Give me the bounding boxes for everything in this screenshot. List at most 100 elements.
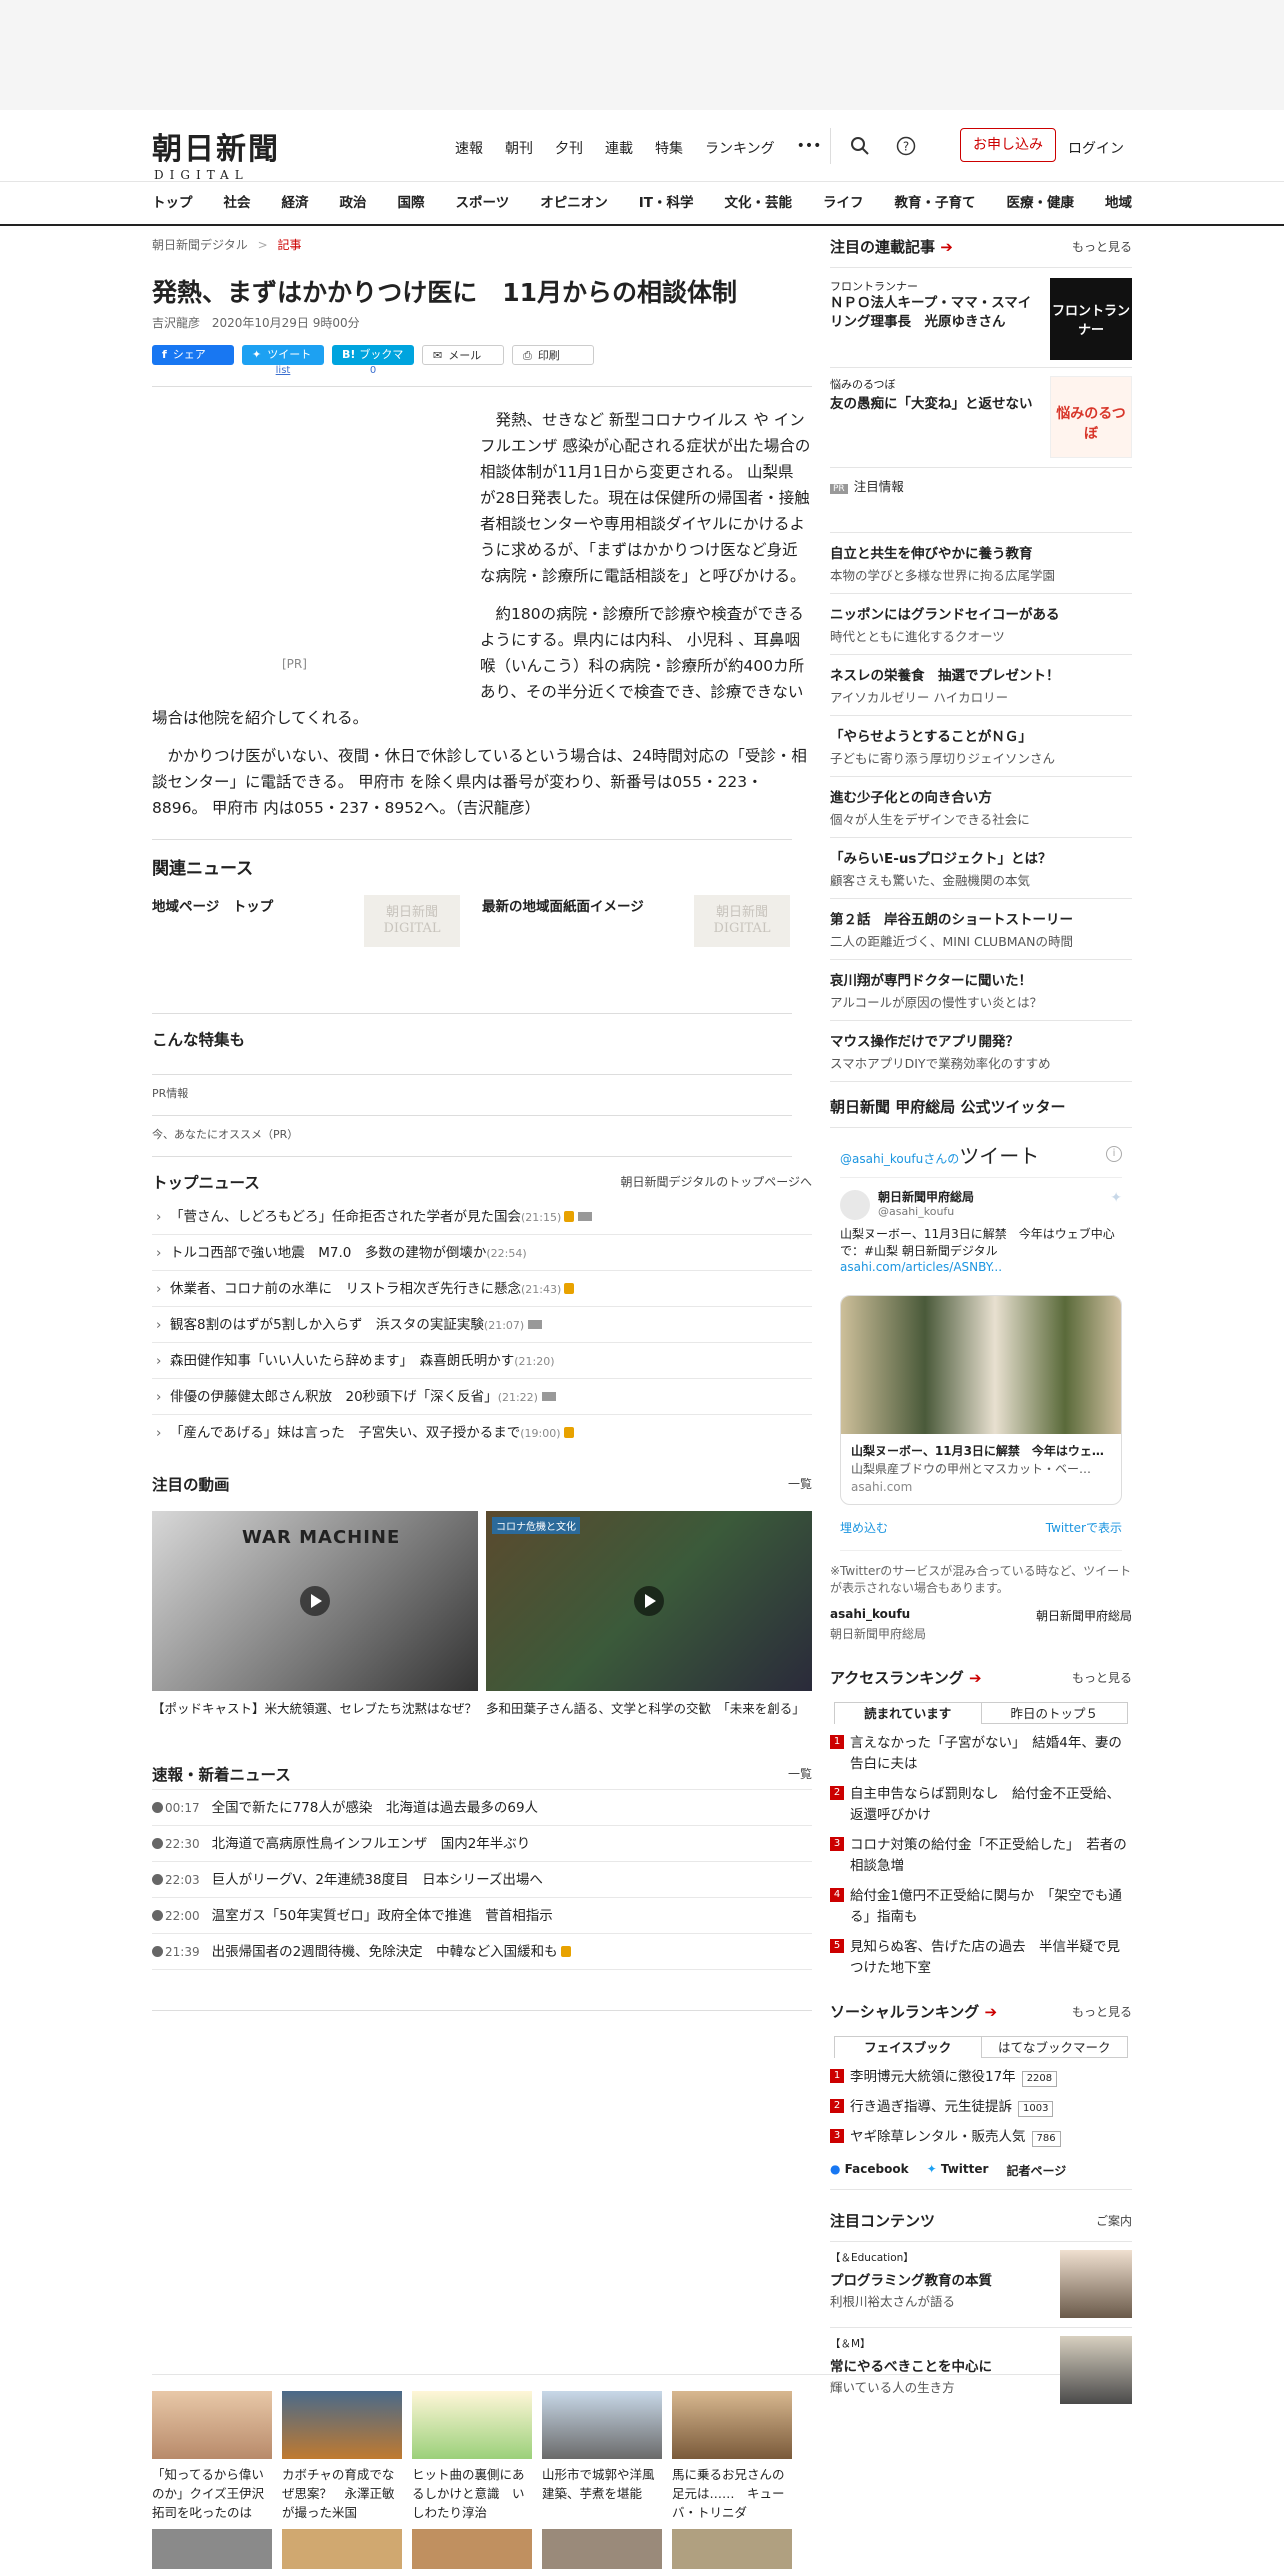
hatena-bookmark-button[interactable]: B! ブックマーク: [332, 344, 414, 381]
nav-sokuho[interactable]: 速報: [455, 138, 483, 158]
ranking-item[interactable]: 3 コロナ対策の給付金「不正受給した」 若者の相談急増: [830, 1830, 1132, 1881]
login-link[interactable]: ログイン: [1068, 138, 1124, 158]
site-logo[interactable]: 朝日新聞 DIGITAL: [152, 124, 280, 182]
top-news-item[interactable]: 「菅さん、しどろもどろ」任命拒否された学者が見た国会(21:15): [152, 1199, 812, 1235]
pr-item[interactable]: 「みらいE-usプロジェクト」とは？ 顧客さえも驚いた、金融機関の本気: [830, 838, 1132, 899]
social-item[interactable]: 2 行き過ぎ指導、元生徒提訴 1003: [830, 2092, 1132, 2122]
facebook-link[interactable]: ● Facebook: [830, 2162, 909, 2179]
latest-more-link[interactable]: 一覧: [788, 1765, 812, 1782]
play-icon[interactable]: [634, 1585, 664, 1616]
pr-item[interactable]: ニッポンにはグランドセイコーがある 時代とともに進化するクオーツ: [830, 594, 1132, 655]
serial-item-nayami[interactable]: 悩みのるつぼ 友の愚痴に「大変ね」と返せない 悩みのるつぼ: [830, 367, 1132, 467]
breadcrumb-current[interactable]: 記事: [277, 238, 301, 252]
info-icon[interactable]: i: [1106, 1146, 1122, 1162]
footer-image-alt[interactable]: 朝日新聞甲府総局: [1036, 1607, 1132, 1624]
twitter-link[interactable]: ✦ Twitter: [927, 2162, 989, 2179]
cat-sports[interactable]: スポーツ: [456, 182, 510, 224]
play-icon[interactable]: [300, 1585, 330, 1616]
cat-region[interactable]: 地域: [1105, 182, 1132, 224]
gallery-thumb[interactable]: [152, 2529, 272, 2569]
pr-item[interactable]: マウス操作だけでアプリ開発？ スマホアプリDIYで業務効率化のすすめ: [830, 1021, 1132, 1082]
gallery-item[interactable]: カボチャの育成でなぜ思案？ 永澤正敏が撮った米国: [282, 2391, 402, 2522]
access-more-link[interactable]: もっと見る: [1072, 1669, 1132, 1686]
cat-international[interactable]: 国際: [398, 182, 425, 224]
latest-news-item[interactable]: 22:30 北海道で高病原性鳥インフルエンザ 国内2年半ぶり: [152, 1826, 812, 1862]
gallery-thumb[interactable]: [282, 2529, 402, 2569]
serial-more-link[interactable]: もっと見る: [1072, 238, 1132, 255]
gallery-thumb[interactable]: [412, 2529, 532, 2569]
top-news-item[interactable]: 観客8割のはずが5割しか入らず 浜スタの実証実験(21:07): [152, 1307, 812, 1343]
gallery-item[interactable]: 馬に乗るお兄さんの足元は…… キューバ・トリニダ: [672, 2391, 792, 2522]
nav-yukan[interactable]: 夕刊: [555, 138, 583, 158]
content-item-m[interactable]: 【＆M】 常にやるべきことを中心に 輝いている人の生き方: [830, 2327, 1132, 2413]
cat-society[interactable]: 社会: [224, 182, 251, 224]
content-item-education[interactable]: 【＆Education】 プログラミング教育の本質 利根川裕太さんが語る: [830, 2241, 1132, 2327]
social-item[interactable]: 3 ヤギ除草レンタル・販売人気 786: [830, 2122, 1132, 2152]
mail-button[interactable]: ✉ メール: [422, 344, 504, 365]
nav-ranking[interactable]: ランキング: [705, 138, 775, 158]
tweet-button[interactable]: ✦ ツイート: [242, 344, 324, 365]
tab-facebook[interactable]: フェイスブック: [834, 2036, 982, 2058]
tweet-link[interactable]: asahi.com/articles/ASNBY...: [840, 1260, 1122, 1274]
gallery-thumb[interactable]: [672, 2529, 792, 2569]
tab-most-read[interactable]: 読まれています: [834, 1702, 982, 1724]
latest-news-item[interactable]: 21:39 出張帰国者の2週間待機、免除決定 中韓など入国緩和も: [152, 1934, 812, 1970]
reporter-page-link[interactable]: 記者ページ: [1006, 2162, 1066, 2179]
contents-more-link[interactable]: ご案内: [1096, 2212, 1132, 2229]
gallery-item[interactable]: 山形市で城郭や洋風建築、芋煮を堪能: [542, 2391, 662, 2503]
embed-link[interactable]: 埋め込む: [840, 1519, 888, 1536]
pr-item[interactable]: 第２話 岸谷五朗のショートストーリー 二人の距離近づく、MINI CLUBMANの…: [830, 899, 1132, 960]
cat-education[interactable]: 教育・子育て: [894, 182, 975, 224]
nav-more[interactable]: •••: [797, 138, 822, 158]
view-on-twitter-link[interactable]: Twitterで表示: [1046, 1519, 1122, 1536]
author-name[interactable]: 吉沢龍彦: [152, 316, 200, 330]
cat-economy[interactable]: 経済: [282, 182, 309, 224]
ranking-item[interactable]: 5 見知らぬ客、告げた店の過去 半信半疑で見つけた地下室: [830, 1932, 1132, 1983]
ranking-item[interactable]: 1 言えなかった「子宮がない」 結婚4年、妻の告白に夫は: [830, 1728, 1132, 1779]
cat-health[interactable]: 医療・健康: [1006, 182, 1074, 224]
account-name[interactable]: 朝日新聞甲府総局: [878, 1188, 1122, 1205]
gallery-item[interactable]: 「知ってるから偉いのか」クイズ王伊沢拓司を叱ったのは: [152, 2391, 272, 2522]
pr-item[interactable]: 進む少子化との向き合い方 個々が人生をデザインできる社会に: [830, 777, 1132, 838]
videos-more-link[interactable]: 一覧: [788, 1475, 812, 1492]
search-icon[interactable]: [850, 136, 870, 156]
serial-item-front-runner[interactable]: フロントランナー ＮＰＯ法人キープ・ママ・スマイリング理事長 光原ゆきさん フロ…: [830, 267, 1132, 367]
tweet-link-card[interactable]: 山梨ヌーボー、11月3日に解禁 今年はウェ… 山梨県産ブドウの甲州とマスカット・…: [840, 1295, 1122, 1505]
account-avatar[interactable]: [840, 1190, 870, 1220]
tab-yesterday-top5[interactable]: 昨日のトップ５: [981, 1702, 1128, 1724]
account-handle[interactable]: @asahi_koufu: [878, 1205, 1122, 1218]
cat-culture[interactable]: 文化・芸能: [724, 182, 792, 224]
help-icon[interactable]: ?: [896, 136, 916, 156]
top-news-item[interactable]: 森田健作知事「いい人いたら辞めます」 森喜朗氏明かす(21:20): [152, 1343, 812, 1379]
twitter-handle-line[interactable]: @asahi_koufuさんの: [840, 1152, 959, 1166]
subscribe-button[interactable]: お申し込み: [960, 128, 1056, 162]
pr-item[interactable]: 「やらせようとすることがＮＧ」 子どもに寄り添う厚切りジェイソンさん: [830, 716, 1132, 777]
latest-news-item[interactable]: 22:00 温室ガス「50年実質ゼロ」政府全体で推進 菅首相指示: [152, 1898, 812, 1934]
tab-hatena[interactable]: はてなブックマーク: [981, 2036, 1128, 2058]
tweet-count[interactable]: list: [242, 365, 324, 376]
cat-opinion[interactable]: オピニオン: [540, 182, 608, 224]
pr-item[interactable]: 自立と共生を伸びやかに養う教育 本物の学びと多様な世界に拘る広尾学園: [830, 533, 1132, 594]
ranking-item[interactable]: 4 給付金1億円不正受給に関与か 「架空でも通る」指南も: [830, 1881, 1132, 1932]
related-item-region-top[interactable]: 地域ページ トップ 朝日新聞 DIGITAL: [152, 894, 462, 947]
latest-news-item[interactable]: 22:03 巨人がリーグV、2年連続38度目 日本シリーズ出場へ: [152, 1862, 812, 1898]
gallery-thumb[interactable]: [542, 2529, 662, 2569]
tweet-card[interactable]: ✦ 朝日新聞甲府総局 @asahi_koufu 山梨ヌーボー、11月3日に解禁 …: [840, 1177, 1122, 1289]
breadcrumb-home[interactable]: 朝日新聞デジタル: [152, 238, 248, 252]
pr-item[interactable]: ネスレの栄養食 抽選でプレゼント！ アイソカルゼリー ハイカロリー: [830, 655, 1132, 716]
nav-tokushu[interactable]: 特集: [655, 138, 683, 158]
top-news-item[interactable]: 「産んであげる」妹は言った 子宮失い、双子授かるまで(19:00): [152, 1415, 812, 1451]
related-item-paper-image[interactable]: 最新の地域面紙面イメージ 朝日新聞 DIGITAL: [482, 894, 792, 947]
video-card-tawada[interactable]: コロナ危機と文化 多和田葉子さん語る、文学と科学の交歓 「未来を創る」: [486, 1510, 812, 1718]
top-news-item[interactable]: トルコ西部で強い地震 M7.0 多数の建物が倒壊か(22:54): [152, 1235, 812, 1271]
nav-rensai[interactable]: 連載: [605, 138, 633, 158]
nav-choukan[interactable]: 朝刊: [505, 138, 533, 158]
cat-it-science[interactable]: IT・科学: [639, 182, 694, 224]
cat-life[interactable]: ライフ: [823, 182, 864, 224]
cat-top[interactable]: トップ: [152, 182, 193, 224]
facebook-share-button[interactable]: f シェア: [152, 344, 234, 365]
pr-item[interactable]: 哀川翔が専門ドクターに聞いた！ アルコールが原因の慢性すい炎とは？: [830, 960, 1132, 1021]
top-news-more-link[interactable]: 朝日新聞デジタルのトップページへ: [620, 1173, 812, 1190]
social-item[interactable]: 1 李明博元大統領に懲役17年 2208: [830, 2062, 1132, 2092]
social-more-link[interactable]: もっと見る: [1072, 2003, 1132, 2020]
